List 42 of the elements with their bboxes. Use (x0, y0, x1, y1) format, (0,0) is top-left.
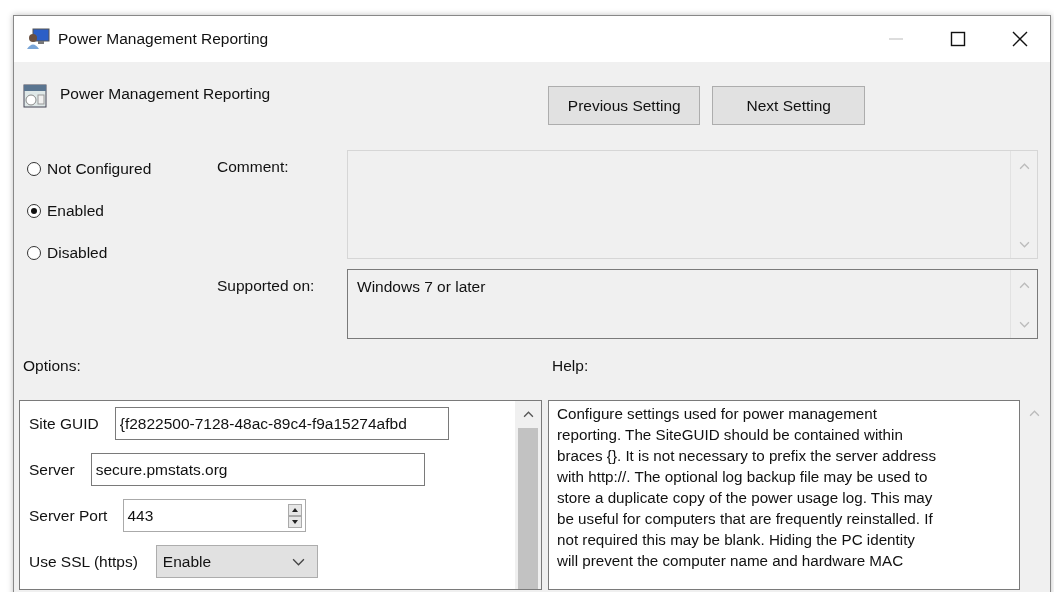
policy-icon (23, 84, 47, 108)
spin-arrows-icon[interactable] (288, 503, 303, 528)
scrollbar-thumb[interactable] (518, 428, 538, 589)
help-text-line: with http://. The optional log backup file may be used to (557, 467, 929, 487)
scroll-down-icon[interactable] (1018, 241, 1030, 248)
radio-button[interactable] (27, 204, 41, 218)
scroll-down-icon[interactable] (1018, 321, 1030, 328)
maximize-icon[interactable] (950, 31, 966, 47)
radio-option[interactable]: Not Configured (27, 158, 217, 180)
option-label: Use SSL (https) (29, 552, 138, 571)
radio-option[interactable]: Disabled (27, 242, 217, 264)
help-text-line: reporting. The SiteGUID should be contained within (557, 425, 904, 445)
scroll-up-icon[interactable] (522, 411, 534, 418)
help-label: Help: (552, 357, 590, 376)
options-label: Options: (23, 357, 82, 376)
supported-on-label: Supported on: (217, 276, 316, 296)
help-text-line: store a duplicate copy of the power usage log. This may (557, 488, 934, 508)
help-text-line: braces {}. It is not necessary to prefix the server address (557, 446, 938, 466)
setting-title: Power Management Reporting (60, 85, 271, 103)
help-text-line: will prevent the computer name and hardware MAC (557, 551, 905, 571)
comment-label: Comment: (217, 157, 290, 177)
option-label: Server Port (29, 506, 108, 525)
radio-button[interactable] (27, 162, 41, 176)
radio-option[interactable]: Enabled (27, 200, 217, 222)
nav-button[interactable]: Next Setting (712, 86, 866, 125)
comment-field[interactable] (347, 150, 1038, 259)
option-label: Site GUID (29, 414, 99, 433)
radio-button[interactable] (27, 246, 41, 260)
ssl-dropdown[interactable]: Enable (155, 545, 318, 578)
help-text-line: Configure settings used for power management (557, 404, 878, 424)
port-spinner[interactable]: 443 (123, 499, 307, 532)
option-label: Server (29, 460, 75, 479)
computer-icon (26, 28, 50, 50)
close-icon[interactable] (1012, 31, 1028, 47)
window-title: Power Management Reporting (58, 30, 269, 48)
help-text-line: not required this may be blank. Hiding the PC identity (557, 530, 916, 550)
chevron-down-icon (291, 557, 305, 566)
text-field[interactable]: {f2822500-7128-48ac-89c4-f9a15274afbd (114, 407, 449, 440)
help-text-line: be useful for computers that are frequently reinstalled. If (557, 509, 934, 529)
text-field[interactable]: secure.pmstats.org (90, 453, 425, 486)
supported-on-field: Windows 7 or later (347, 269, 1038, 339)
nav-button[interactable]: Previous Setting (548, 86, 701, 125)
